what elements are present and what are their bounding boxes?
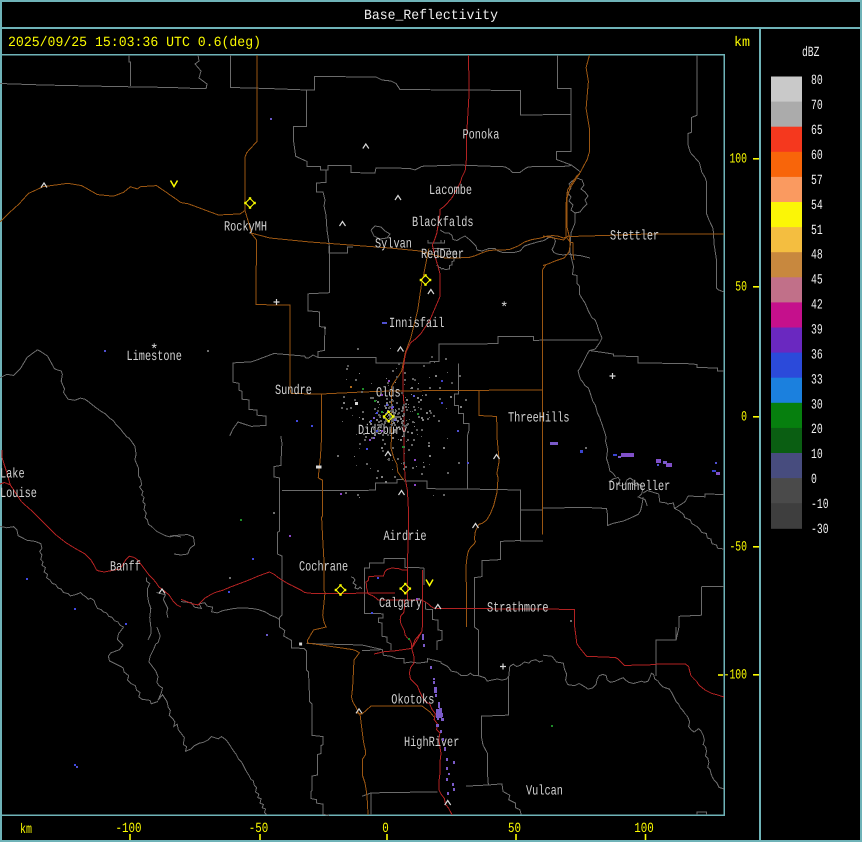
svg-text:70: 70 bbox=[811, 97, 823, 113]
svg-text:Banff: Banff bbox=[110, 559, 141, 575]
svg-text:Drumheller: Drumheller bbox=[609, 478, 670, 494]
svg-text:0: 0 bbox=[382, 820, 389, 836]
svg-text:Olds: Olds bbox=[376, 385, 401, 401]
svg-text:100: 100 bbox=[634, 820, 654, 836]
svg-text:Base_Reflectivity: Base_Reflectivity bbox=[364, 7, 498, 23]
svg-text:65: 65 bbox=[811, 122, 823, 138]
svg-text:33: 33 bbox=[811, 371, 823, 387]
svg-text:50: 50 bbox=[735, 279, 747, 295]
svg-text:Strathmore: Strathmore bbox=[487, 600, 548, 616]
svg-text:20: 20 bbox=[811, 421, 823, 437]
svg-text:36: 36 bbox=[811, 347, 823, 363]
svg-text:45: 45 bbox=[811, 272, 823, 288]
svg-text:*: * bbox=[500, 301, 508, 317]
svg-text:RockyMH: RockyMH bbox=[224, 219, 267, 235]
svg-text:80: 80 bbox=[811, 72, 823, 88]
svg-text:54: 54 bbox=[811, 197, 823, 213]
svg-text:48: 48 bbox=[811, 247, 823, 263]
svg-text:Innisfail: Innisfail bbox=[389, 315, 445, 331]
svg-text:Stettler: Stettler bbox=[610, 228, 659, 244]
svg-text:60: 60 bbox=[811, 147, 823, 163]
svg-text:-100: -100 bbox=[116, 820, 142, 836]
svg-text:-10: -10 bbox=[811, 496, 829, 512]
svg-text:30: 30 bbox=[811, 396, 823, 412]
svg-text:10: 10 bbox=[811, 446, 823, 462]
svg-text:Lake: Lake bbox=[0, 466, 25, 482]
svg-text:HighRiver: HighRiver bbox=[404, 734, 459, 750]
svg-text:Sylvan: Sylvan bbox=[375, 236, 412, 252]
svg-text:-50: -50 bbox=[249, 820, 269, 836]
svg-text:ThreeHills: ThreeHills bbox=[508, 410, 569, 426]
svg-text:50: 50 bbox=[508, 820, 521, 836]
svg-text:39: 39 bbox=[811, 322, 823, 338]
svg-text:km: km bbox=[734, 34, 750, 50]
svg-text:Calgary: Calgary bbox=[379, 595, 422, 611]
svg-text:Vulcan: Vulcan bbox=[526, 783, 563, 799]
svg-text:42: 42 bbox=[811, 297, 823, 313]
svg-text:-30: -30 bbox=[811, 521, 829, 537]
svg-text:-100: -100 bbox=[724, 667, 747, 683]
svg-text:-50: -50 bbox=[729, 539, 747, 555]
svg-text:*: * bbox=[150, 343, 158, 359]
svg-text:Lacombe: Lacombe bbox=[429, 182, 472, 198]
svg-text:2025/09/25 15:03:36 UTC 0.6(de: 2025/09/25 15:03:36 UTC 0.6(deg) bbox=[8, 34, 261, 50]
svg-text:0: 0 bbox=[741, 409, 747, 425]
svg-text:0: 0 bbox=[811, 471, 817, 487]
svg-text:km: km bbox=[20, 821, 32, 837]
svg-text:Ponoka: Ponoka bbox=[463, 127, 500, 143]
svg-text:100: 100 bbox=[729, 151, 747, 167]
svg-text:Cochrane: Cochrane bbox=[299, 559, 348, 575]
svg-text:51: 51 bbox=[811, 222, 823, 238]
svg-text:Blackfalds: Blackfalds bbox=[412, 214, 473, 230]
svg-text:RedDeer: RedDeer bbox=[421, 246, 464, 262]
svg-text:dBZ: dBZ bbox=[802, 44, 820, 60]
svg-text:Okotoks: Okotoks bbox=[391, 692, 434, 708]
svg-text:Airdrie: Airdrie bbox=[384, 528, 427, 544]
svg-text:Sundre: Sundre bbox=[275, 382, 312, 398]
svg-text:Louise: Louise bbox=[0, 485, 37, 501]
svg-text:57: 57 bbox=[811, 172, 823, 188]
